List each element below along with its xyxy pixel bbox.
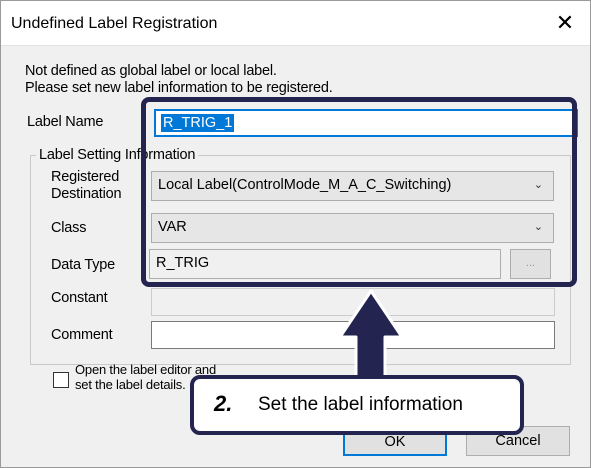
annotation-callout: 2. Set the label information — [190, 375, 524, 435]
step-text: Set the label information — [258, 394, 463, 415]
step-number: 2. — [214, 391, 233, 416]
